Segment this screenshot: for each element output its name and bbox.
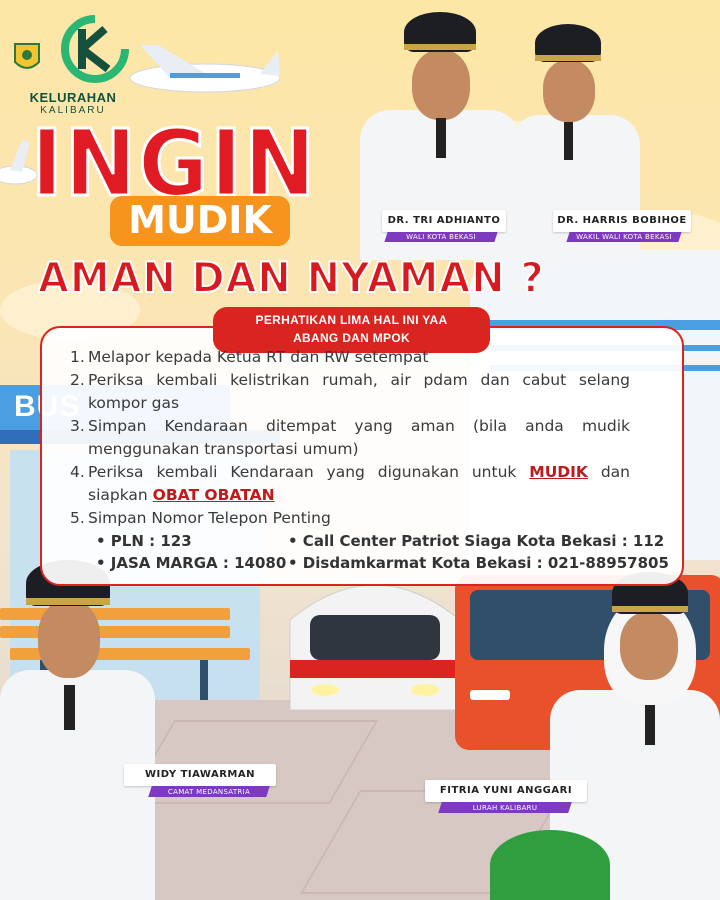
list-number: 3. xyxy=(70,417,85,435)
official-role: WALI KOTA BEKASI xyxy=(406,233,476,241)
tie xyxy=(564,122,573,160)
list-text: Periksa kembali kelistrikan rumah, air p… xyxy=(88,371,630,412)
airplane-icon xyxy=(129,45,280,93)
tab-line-2: ABANG DAN MPOK xyxy=(293,331,410,345)
list-item: 5. Simpan Nomor Telepon Penting xyxy=(70,507,630,530)
bench-slat xyxy=(0,626,230,638)
tab-line-1: PERHATIKAN LIMA HAL INI YAA xyxy=(255,313,448,327)
bus-headlight xyxy=(470,690,510,700)
tie xyxy=(645,705,655,745)
list-number: 2. xyxy=(70,371,85,389)
list-item: 3. Simpan Kendaraan ditempat yang aman (… xyxy=(70,415,630,461)
official-role: WAKIL WALI KOTA BEKASI xyxy=(576,233,672,241)
official-name: DR. TRI ADHIANTO xyxy=(387,215,501,226)
headline-mudik: MUDIK xyxy=(128,198,272,242)
list-text: Periksa kembali Kendaraan yang digunakan… xyxy=(88,461,630,507)
official-name: DR. HARRIS BOBIHOE xyxy=(557,215,687,226)
list-text: Simpan Nomor Telepon Penting xyxy=(88,509,331,527)
kelurahan-logo-icon xyxy=(61,15,129,83)
grass xyxy=(490,830,610,900)
info-card-tab-text: PERHATIKAN LIMA HAL INI YAA ABANG DAN MP… xyxy=(213,311,490,347)
cap-band xyxy=(26,598,110,605)
face xyxy=(38,600,100,678)
emphasis-mudik: MUDIK xyxy=(529,463,588,481)
list-number: 1. xyxy=(70,348,85,366)
bench-leg xyxy=(200,660,208,700)
list-number: 5. xyxy=(70,509,85,527)
contact-pln: • PLN : 123 xyxy=(96,532,192,550)
bench-slat xyxy=(0,608,230,620)
official-role: CAMAT MEDANSATRIA xyxy=(167,788,251,796)
poster: BUS KELURAHAN KALIBARU INGIN MUDIK AMAN … xyxy=(0,0,720,900)
official-name: FITRIA YUNI ANGGARI xyxy=(439,785,573,796)
contact-jasa-marga: • JASA MARGA : 14080 xyxy=(96,554,287,572)
face xyxy=(620,612,678,680)
emphasis-obat: OBAT OBATAN xyxy=(152,486,275,504)
city-seal-icon xyxy=(14,43,40,69)
logo-title: KELURAHAN xyxy=(29,90,117,105)
cap-band xyxy=(612,606,688,612)
list-number: 4. xyxy=(70,463,85,481)
face xyxy=(543,60,595,122)
list-text: Melapor kepada Ketua RT dan RW setempat xyxy=(88,348,429,366)
cap-band xyxy=(535,55,601,61)
contact-call-center: • Call Center Patriot Siaga Kota Bekasi … xyxy=(288,532,665,550)
official-name: WIDY TIAWARMAN xyxy=(145,769,255,780)
headline-aman-nyaman: AMAN DAN NYAMAN ? xyxy=(37,252,545,303)
list-text: Simpan Kendaraan ditempat yang aman (bil… xyxy=(88,417,630,458)
list-text-part: Periksa kembali Kendaraan yang digunakan… xyxy=(88,463,530,481)
list-item: 1. Melapor kepada Ketua RT dan RW setemp… xyxy=(70,346,630,369)
face xyxy=(412,50,470,120)
official-role: LURAH KALIBARU xyxy=(472,804,538,812)
tie xyxy=(64,685,75,730)
list-item: 2. Periksa kembali kelistrikan rumah, ai… xyxy=(70,369,630,415)
contact-damkar: • Disdamkarmat Kota Bekasi : 021-8895780… xyxy=(288,554,669,572)
list-item: 4. Periksa kembali Kendaraan yang diguna… xyxy=(70,461,630,507)
tips-list: 1. Melapor kepada Ketua RT dan RW setemp… xyxy=(70,346,630,530)
cap-band xyxy=(404,44,476,50)
tie xyxy=(436,118,446,158)
